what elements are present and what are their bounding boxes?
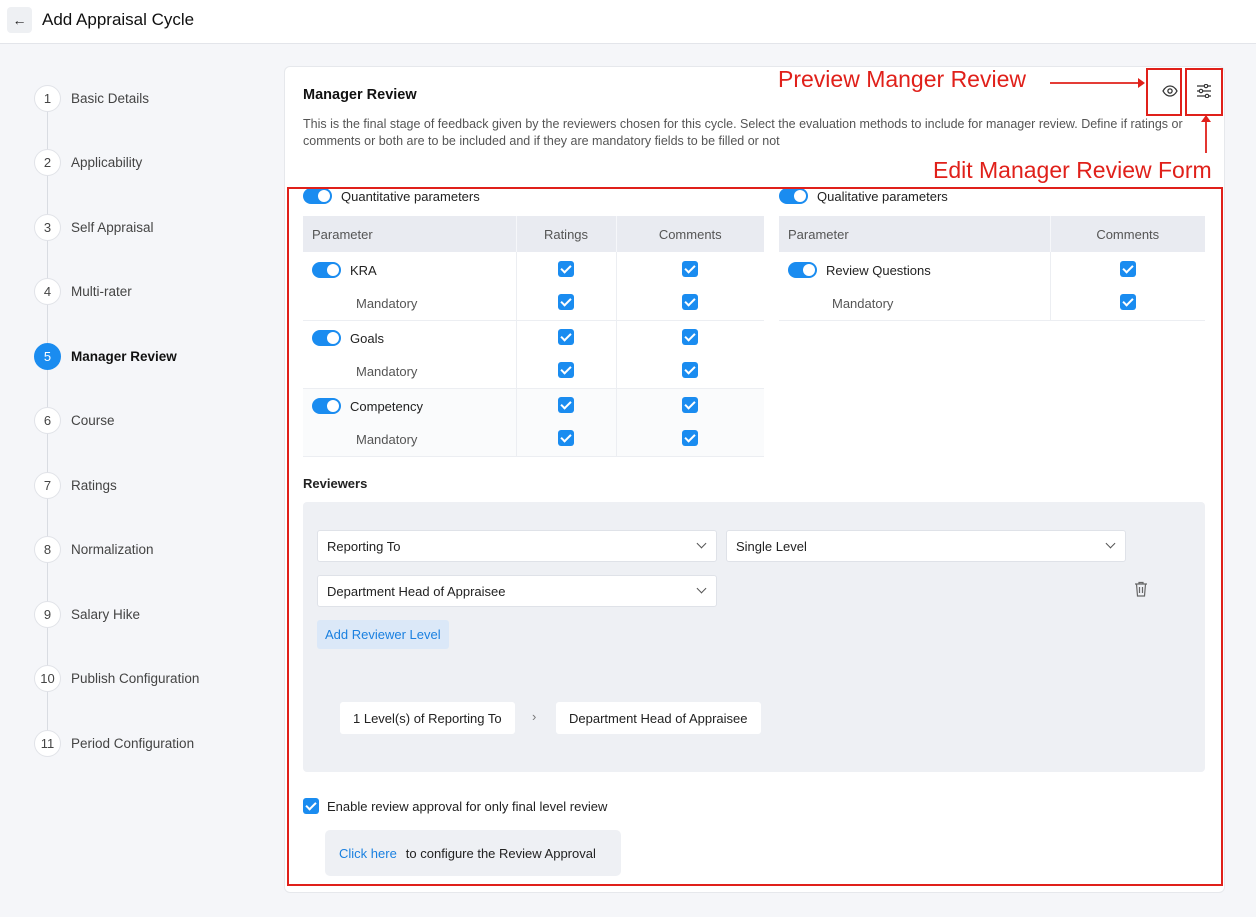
step-label: Publish Configuration bbox=[71, 670, 200, 686]
step-number: 6 bbox=[34, 406, 61, 434]
step-basic-details[interactable]: 1 Basic Details bbox=[34, 84, 149, 112]
step-salary-hike[interactable]: 9 Salary Hike bbox=[34, 600, 140, 628]
step-label: Self Appraisal bbox=[71, 219, 154, 235]
step-applicability[interactable]: 2 Applicability bbox=[34, 148, 142, 176]
step-label: Normalization bbox=[71, 541, 154, 557]
arrow-left-icon: ← bbox=[12, 12, 27, 28]
step-label: Basic Details bbox=[71, 90, 150, 106]
step-label: Ratings bbox=[71, 477, 117, 493]
step-number: 11 bbox=[34, 729, 61, 757]
back-button[interactable]: ← bbox=[7, 7, 32, 33]
page-title: Add Appraisal Cycle bbox=[42, 10, 195, 29]
top-bar: ← Add Appraisal Cycle bbox=[0, 0, 1256, 44]
annotation-arrows bbox=[1050, 78, 1211, 153]
step-label: Salary Hike bbox=[71, 606, 141, 622]
step-normalization[interactable]: 8 Normalization bbox=[34, 535, 154, 563]
step-number: 2 bbox=[34, 148, 61, 176]
step-self-appraisal[interactable]: 3 Self Appraisal bbox=[34, 213, 154, 241]
step-number: 7 bbox=[34, 471, 61, 499]
step-multi-rater[interactable]: 4 Multi-rater bbox=[34, 277, 132, 305]
step-label: Course bbox=[71, 412, 115, 428]
preview-annotation-label: Preview Manger Review bbox=[778, 66, 1026, 92]
step-number: 5 bbox=[34, 342, 61, 370]
step-label: Multi-rater bbox=[71, 283, 132, 299]
step-number: 1 bbox=[34, 84, 61, 112]
step-label: Period Configuration bbox=[71, 735, 195, 751]
step-number: 10 bbox=[34, 664, 61, 692]
step-course[interactable]: 6 Course bbox=[34, 406, 115, 434]
step-ratings[interactable]: 7 Ratings bbox=[34, 471, 117, 499]
step-number: 9 bbox=[34, 600, 61, 628]
step-period-configuration[interactable]: 11 Period Configuration bbox=[34, 729, 194, 757]
step-label: Applicability bbox=[71, 154, 143, 170]
step-number: 4 bbox=[34, 277, 61, 305]
content-highlight-box bbox=[287, 187, 1223, 886]
step-number: 8 bbox=[34, 535, 61, 563]
step-number: 3 bbox=[34, 213, 61, 241]
step-publish-configuration[interactable]: 10 Publish Configuration bbox=[34, 664, 199, 692]
step-label: Manager Review bbox=[71, 348, 177, 364]
step-manager-review[interactable]: 5 Manager Review bbox=[34, 342, 177, 370]
card-title: Manager Review bbox=[303, 87, 417, 103]
